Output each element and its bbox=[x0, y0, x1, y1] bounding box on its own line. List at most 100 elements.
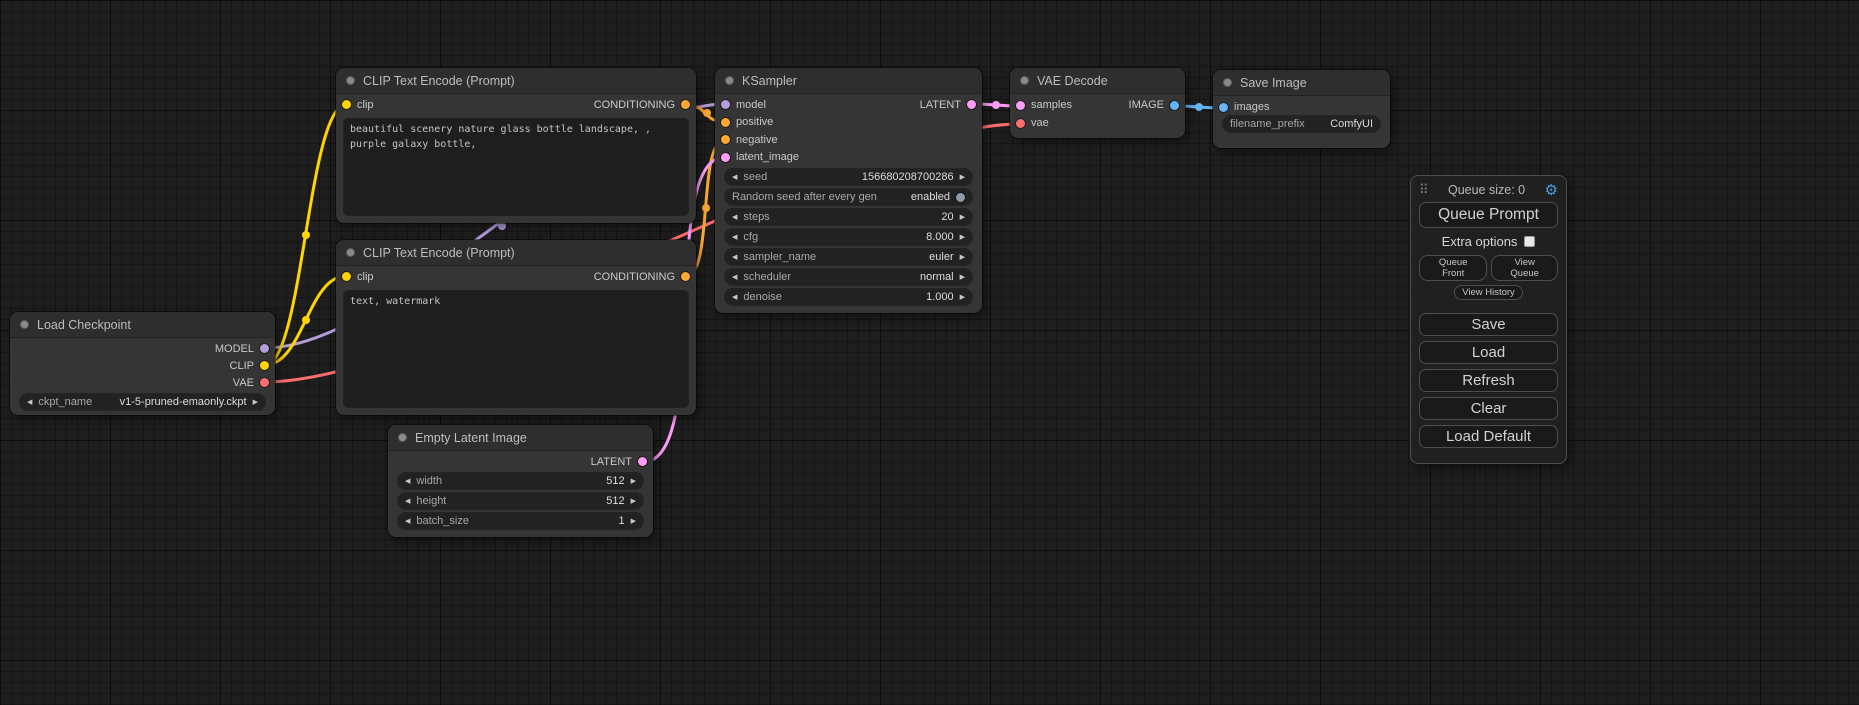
decrement-arrow-icon[interactable]: ◀ bbox=[732, 274, 737, 281]
decrement-arrow-icon[interactable]: ◀ bbox=[732, 294, 737, 301]
increment-arrow-icon[interactable]: ▶ bbox=[960, 234, 965, 241]
output-slot-latent[interactable]: LATENT bbox=[920, 99, 976, 111]
node-title-bar[interactable]: Save Image bbox=[1213, 70, 1390, 96]
node-graph-canvas[interactable]: Load Checkpoint MODEL CLIP VAE bbox=[0, 0, 1859, 705]
widget-width[interactable]: ◀ width 512 ▶ bbox=[398, 473, 643, 489]
decrement-arrow-icon[interactable]: ◀ bbox=[405, 498, 410, 505]
node-title-bar[interactable]: CLIP Text Encode (Prompt) bbox=[336, 240, 696, 266]
widget-filename-prefix[interactable]: filename_prefix ComfyUI bbox=[1223, 116, 1380, 132]
queue-front-button[interactable]: Queue Front bbox=[1419, 255, 1487, 281]
increment-arrow-icon[interactable]: ▶ bbox=[631, 478, 636, 485]
collapse-dot[interactable] bbox=[346, 248, 355, 257]
slot-dot-vae[interactable] bbox=[260, 378, 269, 387]
increment-arrow-icon[interactable]: ▶ bbox=[631, 498, 636, 505]
slot-dot-model[interactable] bbox=[721, 100, 730, 109]
view-queue-button[interactable]: View Queue bbox=[1491, 255, 1558, 281]
widget-ckpt-name[interactable]: ◀ ckpt_name v1-5-pruned-emaonly.ckpt ▶ bbox=[20, 394, 265, 410]
queue-prompt-button[interactable]: Queue Prompt bbox=[1419, 202, 1558, 228]
decrement-arrow-icon[interactable]: ◀ bbox=[405, 518, 410, 525]
decrement-arrow-icon[interactable]: ◀ bbox=[405, 478, 410, 485]
output-slot-latent[interactable]: LATENT bbox=[591, 456, 647, 468]
slot-dot-conditioning[interactable] bbox=[721, 118, 730, 127]
collapse-dot[interactable] bbox=[725, 76, 734, 85]
save-button[interactable]: Save bbox=[1419, 313, 1558, 336]
decrement-arrow-icon[interactable]: ◀ bbox=[732, 234, 737, 241]
refresh-button[interactable]: Refresh bbox=[1419, 369, 1558, 392]
slot-dot-latent[interactable] bbox=[638, 457, 647, 466]
decrement-arrow-icon[interactable]: ◀ bbox=[732, 254, 737, 261]
node-title-bar[interactable]: Empty Latent Image bbox=[388, 425, 653, 451]
input-slot-samples[interactable]: samples bbox=[1016, 99, 1072, 111]
node-clip-text-encode-negative[interactable]: CLIP Text Encode (Prompt) clip CONDITION… bbox=[336, 240, 696, 415]
input-slot-vae[interactable]: vae bbox=[1016, 117, 1049, 129]
increment-arrow-icon[interactable]: ▶ bbox=[960, 254, 965, 261]
output-slot-model[interactable]: MODEL bbox=[215, 343, 269, 355]
prompt-text-area[interactable]: text, watermark bbox=[344, 291, 688, 407]
collapse-dot[interactable] bbox=[398, 433, 407, 442]
collapse-dot[interactable] bbox=[346, 76, 355, 85]
clear-button[interactable]: Clear bbox=[1419, 397, 1558, 420]
node-title-bar[interactable]: Load Checkpoint bbox=[10, 312, 275, 338]
increment-arrow-icon[interactable]: ▶ bbox=[960, 174, 965, 181]
increment-arrow-icon[interactable]: ▶ bbox=[631, 518, 636, 525]
output-slot-conditioning[interactable]: CONDITIONING bbox=[594, 271, 690, 283]
collapse-dot[interactable] bbox=[1223, 78, 1232, 87]
widget-seed[interactable]: ◀ seed 156680208700286 ▶ bbox=[725, 169, 972, 185]
output-slot-vae[interactable]: VAE bbox=[233, 377, 269, 389]
input-slot-model[interactable]: model bbox=[721, 99, 766, 111]
decrement-arrow-icon[interactable]: ◀ bbox=[732, 214, 737, 221]
widget-denoise[interactable]: ◀ denoise 1.000 ▶ bbox=[725, 289, 972, 305]
input-slot-clip[interactable]: clip bbox=[342, 271, 374, 283]
node-load-checkpoint[interactable]: Load Checkpoint MODEL CLIP VAE bbox=[10, 312, 275, 415]
slot-dot-vae[interactable] bbox=[1016, 119, 1025, 128]
slot-dot-latent[interactable] bbox=[721, 153, 730, 162]
slot-dot-model[interactable] bbox=[260, 344, 269, 353]
collapse-dot[interactable] bbox=[20, 320, 29, 329]
collapse-dot[interactable] bbox=[1020, 76, 1029, 85]
input-slot-clip[interactable]: clip bbox=[342, 99, 374, 111]
slot-dot-image[interactable] bbox=[1219, 103, 1228, 112]
input-slot-latent-image[interactable]: latent_image bbox=[721, 151, 799, 163]
slot-dot-image[interactable] bbox=[1170, 101, 1179, 110]
node-ksampler[interactable]: KSampler model LATENT positive bbox=[715, 68, 982, 313]
prompt-text-area[interactable]: beautiful scenery nature glass bottle la… bbox=[344, 119, 688, 215]
node-title-bar[interactable]: CLIP Text Encode (Prompt) bbox=[336, 68, 696, 94]
node-title-bar[interactable]: KSampler bbox=[715, 68, 982, 94]
increment-arrow-icon[interactable]: ▶ bbox=[253, 399, 258, 406]
toggle-dot-icon[interactable] bbox=[956, 193, 965, 202]
view-history-button[interactable]: View History bbox=[1454, 285, 1523, 300]
output-slot-clip[interactable]: CLIP bbox=[230, 360, 269, 372]
settings-gear-icon[interactable]: ⚙ bbox=[1545, 183, 1558, 198]
slot-dot-clip[interactable] bbox=[342, 100, 351, 109]
node-vae-decode[interactable]: VAE Decode samples IMAGE vae bbox=[1010, 68, 1185, 138]
widget-height[interactable]: ◀ height 512 ▶ bbox=[398, 493, 643, 509]
slot-dot-conditioning[interactable] bbox=[681, 100, 690, 109]
slot-dot-latent[interactable] bbox=[1016, 101, 1025, 110]
slot-dot-conditioning[interactable] bbox=[681, 272, 690, 281]
increment-arrow-icon[interactable]: ▶ bbox=[960, 274, 965, 281]
widget-scheduler[interactable]: ◀ scheduler normal ▶ bbox=[725, 269, 972, 285]
load-default-button[interactable]: Load Default bbox=[1419, 425, 1558, 448]
widget-batch-size[interactable]: ◀ batch_size 1 ▶ bbox=[398, 513, 643, 529]
slot-dot-latent[interactable] bbox=[967, 100, 976, 109]
increment-arrow-icon[interactable]: ▶ bbox=[960, 294, 965, 301]
node-title-bar[interactable]: VAE Decode bbox=[1010, 68, 1185, 94]
decrement-arrow-icon[interactable]: ◀ bbox=[27, 399, 32, 406]
input-slot-positive[interactable]: positive bbox=[721, 116, 773, 128]
input-slot-negative[interactable]: negative bbox=[721, 134, 778, 146]
increment-arrow-icon[interactable]: ▶ bbox=[960, 214, 965, 221]
extra-options-checkbox[interactable] bbox=[1524, 236, 1535, 247]
decrement-arrow-icon[interactable]: ◀ bbox=[732, 174, 737, 181]
widget-cfg[interactable]: ◀ cfg 8.000 ▶ bbox=[725, 229, 972, 245]
output-slot-image[interactable]: IMAGE bbox=[1129, 99, 1179, 111]
slot-dot-clip[interactable] bbox=[342, 272, 351, 281]
input-slot-images[interactable]: images bbox=[1219, 101, 1269, 113]
load-button[interactable]: Load bbox=[1419, 341, 1558, 364]
slot-dot-conditioning[interactable] bbox=[721, 135, 730, 144]
slot-dot-clip[interactable] bbox=[260, 361, 269, 370]
widget-steps[interactable]: ◀ steps 20 ▶ bbox=[725, 209, 972, 225]
drag-handle-icon[interactable]: ⠿ bbox=[1419, 182, 1429, 198]
node-clip-text-encode-positive[interactable]: CLIP Text Encode (Prompt) clip CONDITION… bbox=[336, 68, 696, 223]
output-slot-conditioning[interactable]: CONDITIONING bbox=[594, 99, 690, 111]
node-save-image[interactable]: Save Image images filename_prefix ComfyU… bbox=[1213, 70, 1390, 148]
